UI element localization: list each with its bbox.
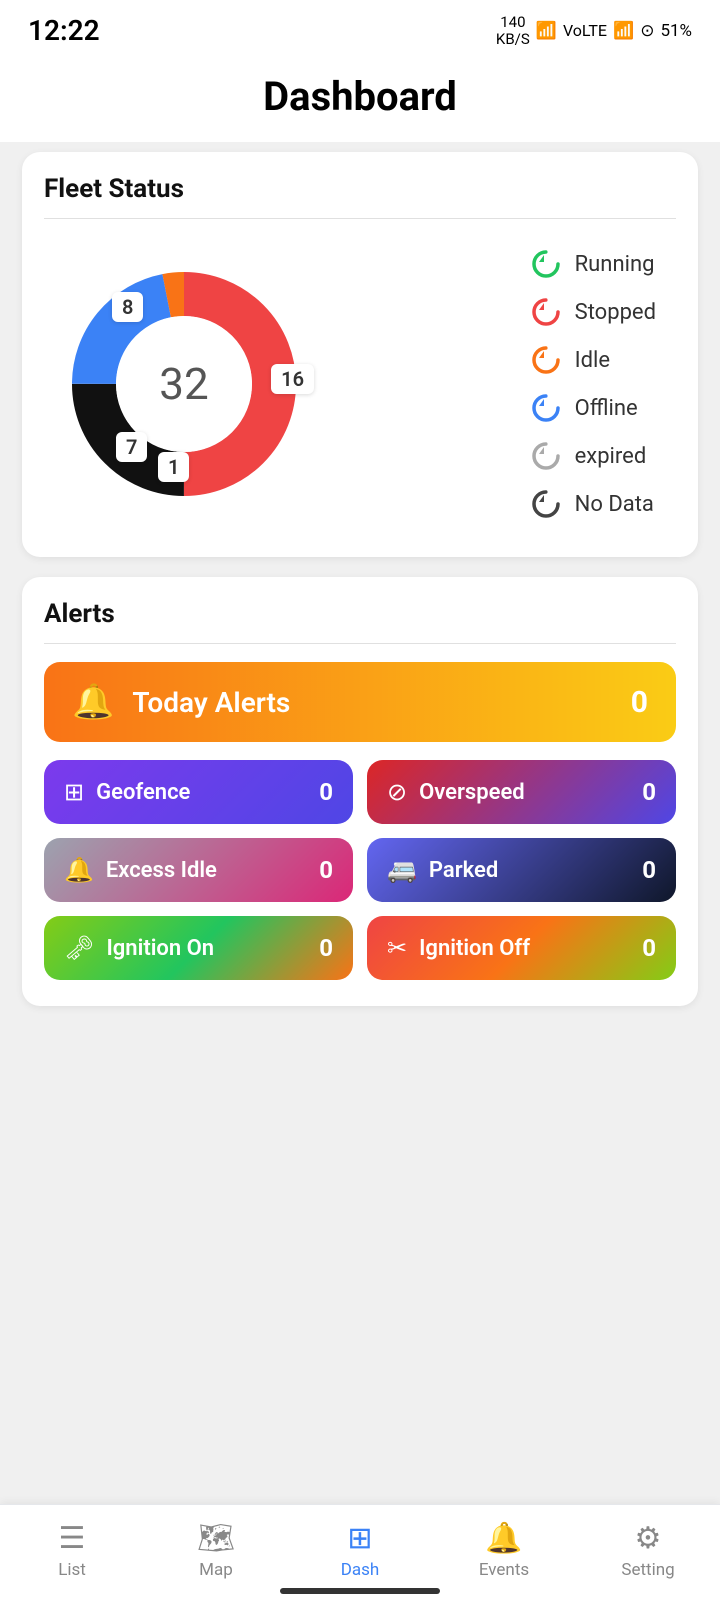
today-alerts-count: 0 — [631, 685, 648, 720]
battery-percent: 51% — [660, 21, 692, 41]
fleet-donut-chart: 32 8 16 7 1 — [64, 264, 304, 504]
seg-label-blue: 7 — [116, 432, 147, 462]
parked-icon: 🚐 — [387, 856, 417, 884]
overspeed-alert-card[interactable]: ⊘ Overspeed 0 — [367, 760, 676, 824]
overspeed-count: 0 — [642, 778, 656, 806]
dash-label: Dash — [341, 1560, 380, 1580]
events-label: Events — [479, 1560, 529, 1580]
ignition-off-icon: ✂ — [387, 934, 407, 962]
legend-stopped: Stopped — [529, 295, 656, 329]
bell-icon: 🔔 — [72, 682, 114, 722]
status-bar: 12:22 140KB/S 📶 VoLTE 📶 ⊙ 51% — [0, 0, 720, 55]
app-header: Dashboard — [0, 55, 720, 142]
fleet-chart-area: 32 8 16 7 1 Running — [44, 237, 676, 531]
list-icon: ☰ — [59, 1521, 86, 1556]
excess-idle-alert-card[interactable]: 🔔 Excess Idle 0 — [44, 838, 353, 902]
parked-alert-card[interactable]: 🚐 Parked 0 — [367, 838, 676, 902]
dash-icon: ⊞ — [347, 1521, 372, 1556]
signal-icon: 📶 — [613, 21, 634, 41]
seg-label-black: 8 — [112, 292, 143, 322]
ignition-on-icon: 🗝 — [64, 934, 94, 962]
alerts-card: Alerts 🔔 Today Alerts 0 ⊞ Geofence 0 ⊘ — [22, 577, 698, 1006]
status-icons: 140KB/S 📶 VoLTE 📶 ⊙ 51% — [496, 14, 692, 47]
legend-running-label: Running — [575, 252, 655, 277]
geofence-count: 0 — [319, 778, 333, 806]
legend-idle: Idle — [529, 343, 656, 377]
excess-idle-label: Excess Idle — [106, 858, 217, 883]
donut-center-value: 32 — [159, 358, 208, 410]
status-time: 12:22 — [28, 14, 100, 47]
today-alerts-button[interactable]: 🔔 Today Alerts 0 — [44, 662, 676, 742]
stopped-icon — [529, 295, 563, 329]
legend-idle-label: Idle — [575, 348, 610, 373]
today-alerts-label: Today Alerts — [132, 686, 290, 719]
nav-map[interactable]: 🗺 Map — [171, 1521, 261, 1580]
ignition-off-label: Ignition Off — [419, 936, 530, 961]
ignition-off-alert-card[interactable]: ✂ Ignition Off 0 — [367, 916, 676, 980]
setting-label: Setting — [621, 1560, 674, 1580]
ignition-on-count: 0 — [319, 934, 333, 962]
legend-running: Running — [529, 247, 656, 281]
fleet-status-card: Fleet Status — [22, 152, 698, 557]
ignition-off-count: 0 — [642, 934, 656, 962]
home-indicator — [280, 1588, 440, 1594]
fleet-status-title: Fleet Status — [44, 174, 676, 204]
list-label: List — [58, 1560, 86, 1580]
legend-expired-label: expired — [575, 444, 647, 469]
nav-list[interactable]: ☰ List — [27, 1521, 117, 1580]
seg-label-orange: 1 — [158, 452, 189, 482]
idle-icon — [529, 343, 563, 377]
page-title: Dashboard — [0, 73, 720, 120]
overspeed-label: Overspeed — [419, 780, 525, 805]
alerts-title: Alerts — [44, 599, 676, 629]
excess-idle-icon: 🔔 — [64, 856, 94, 884]
legend-offline-label: Offline — [575, 396, 638, 421]
legend-nodata: No Data — [529, 487, 656, 521]
expired-icon — [529, 439, 563, 473]
alert-grid: ⊞ Geofence 0 ⊘ Overspeed 0 🔔 Excess Idle… — [44, 760, 676, 980]
ignition-on-alert-card[interactable]: 🗝 Ignition On 0 — [44, 916, 353, 980]
events-icon: 🔔 — [485, 1521, 522, 1556]
map-label: Map — [199, 1560, 233, 1580]
nav-setting[interactable]: ⚙ Setting — [603, 1521, 693, 1580]
nav-events[interactable]: 🔔 Events — [459, 1521, 549, 1580]
nav-dash[interactable]: ⊞ Dash — [315, 1521, 405, 1580]
geofence-alert-card[interactable]: ⊞ Geofence 0 — [44, 760, 353, 824]
seg-label-red: 16 — [271, 364, 314, 394]
bottom-nav: ☰ List 🗺 Map ⊞ Dash 🔔 Events ⚙ Setting — [0, 1504, 720, 1600]
legend-offline: Offline — [529, 391, 656, 425]
battery-icon: ⊙ — [640, 21, 654, 41]
geofence-icon: ⊞ — [64, 778, 84, 806]
parked-label: Parked — [429, 858, 498, 883]
excess-idle-count: 0 — [319, 856, 333, 884]
parked-count: 0 — [642, 856, 656, 884]
legend-stopped-label: Stopped — [575, 300, 656, 325]
fleet-legend: Running Stopped — [529, 247, 666, 521]
data-speed: 140KB/S — [496, 14, 530, 47]
ignition-on-label: Ignition On — [106, 936, 214, 961]
legend-nodata-label: No Data — [575, 492, 654, 517]
nodata-icon — [529, 487, 563, 521]
geofence-label: Geofence — [96, 780, 190, 805]
running-icon — [529, 247, 563, 281]
network-icon: VoLTE — [563, 21, 607, 40]
setting-icon: ⚙ — [635, 1521, 662, 1556]
offline-icon — [529, 391, 563, 425]
legend-expired: expired — [529, 439, 656, 473]
overspeed-icon: ⊘ — [387, 778, 407, 806]
wifi-icon: 📶 — [536, 21, 557, 41]
today-alerts-left: 🔔 Today Alerts — [72, 682, 290, 722]
map-icon: 🗺 — [197, 1521, 235, 1556]
